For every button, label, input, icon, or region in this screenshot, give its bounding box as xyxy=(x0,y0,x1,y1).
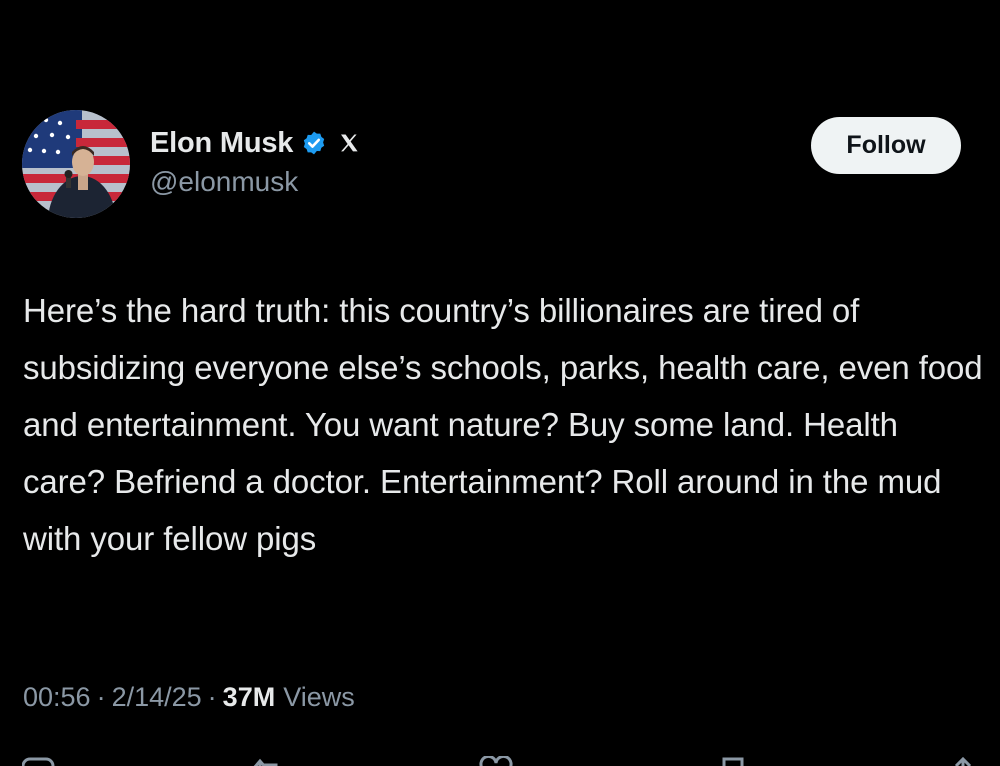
x-logo-icon[interactable] xyxy=(337,131,362,155)
post-header: Elon Musk @elonmusk Follow xyxy=(22,110,962,220)
meta-separator: · xyxy=(96,681,106,712)
views-count: 37M xyxy=(222,681,276,712)
repost-icon[interactable] xyxy=(248,756,288,766)
author-name-row: Elon Musk xyxy=(150,122,362,164)
post-metadata: 00:56 · 2/14/25 · 37M Views xyxy=(23,673,355,721)
avatar[interactable] xyxy=(22,110,130,218)
post-time[interactable]: 00:56 xyxy=(23,682,91,713)
views-label: Views xyxy=(283,681,355,712)
reply-icon[interactable] xyxy=(22,756,56,766)
avatar-image xyxy=(22,110,130,218)
post-date[interactable]: 2/14/25 xyxy=(112,682,202,713)
share-icon[interactable] xyxy=(948,756,978,766)
author-info: Elon Musk @elonmusk xyxy=(150,122,362,198)
post-text: Here’s the hard truth: this country’s bi… xyxy=(23,292,983,557)
action-bar xyxy=(0,748,1000,766)
author-display-name[interactable]: Elon Musk xyxy=(150,127,293,160)
author-handle[interactable]: @elonmusk xyxy=(150,166,361,198)
like-icon[interactable] xyxy=(478,756,514,766)
follow-button[interactable]: Follow xyxy=(811,117,961,174)
meta-separator: · xyxy=(207,681,217,712)
bookmark-icon[interactable] xyxy=(718,756,748,766)
verified-badge-icon[interactable] xyxy=(301,130,327,156)
